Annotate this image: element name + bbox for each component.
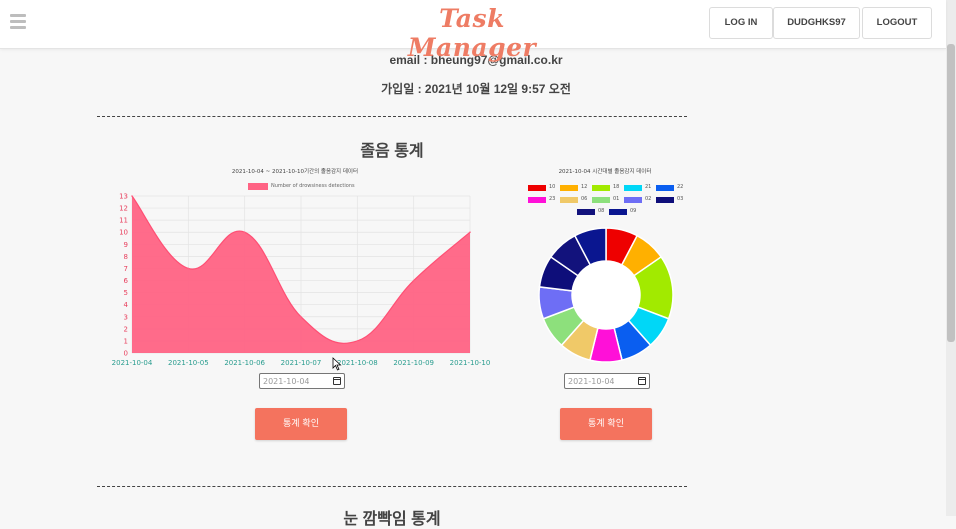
donut-check-button[interactable]: 통계 확인: [560, 408, 652, 440]
logout-button[interactable]: LOGOUT: [862, 7, 932, 39]
legend-swatch[interactable]: [624, 197, 642, 203]
scrollbar-thumb[interactable]: [947, 44, 955, 342]
y-tick-label: 4: [124, 301, 129, 309]
brand-logo[interactable]: Task Manager: [372, 4, 572, 62]
x-tick-label: 2021-10-06: [224, 359, 265, 367]
y-tick-label: 5: [124, 289, 128, 297]
donut-date-input[interactable]: 2021-10-04: [564, 373, 650, 389]
top-navbar: Task Manager LOG IN DUDGHKS97 LOGOUT: [0, 0, 946, 62]
menu-icon[interactable]: [10, 14, 26, 30]
x-tick-label: 2021-10-09: [393, 359, 434, 367]
hourly-donut-chart: [538, 227, 674, 363]
legend-swatch[interactable]: [528, 197, 546, 203]
y-tick-label: 0: [124, 350, 128, 358]
area-date-value: 2021-10-04: [263, 377, 310, 386]
data-point[interactable]: [412, 279, 415, 282]
y-tick-label: 10: [119, 229, 128, 237]
x-tick-label: 2021-10-04: [112, 359, 153, 367]
drowsiness-area-chart: 0123456789101112132021-10-04 2021-10-05 20…: [112, 193, 491, 368]
legend-label: 22: [677, 184, 684, 190]
data-point[interactable]: [131, 195, 133, 197]
donut-date-value: 2021-10-04: [568, 377, 615, 386]
legend-label: 12: [581, 184, 588, 190]
y-tick-label: 2: [124, 325, 128, 333]
calendar-icon[interactable]: [638, 377, 646, 385]
login-button[interactable]: LOG IN: [709, 7, 773, 39]
legend-swatch[interactable]: [656, 197, 674, 203]
legend-label: 23: [549, 196, 556, 202]
y-tick-label: 8: [124, 253, 128, 261]
legend-label: 10: [549, 184, 556, 190]
y-tick-label: 11: [119, 217, 128, 225]
legend-swatch[interactable]: [560, 197, 578, 203]
legend-label: 08: [598, 208, 605, 214]
legend-swatch[interactable]: [592, 185, 610, 191]
y-tick-label: 9: [124, 241, 128, 249]
area-chart-title: 2021-10-04 ~ 2021-10-10기간의 졸음감지 데이터: [231, 169, 359, 175]
y-tick-label: 1: [124, 337, 128, 345]
x-tick-label: 2021-10-08: [337, 359, 378, 367]
x-tick-label: 2021-10-10: [450, 359, 491, 367]
data-point[interactable]: [356, 340, 359, 342]
legend-swatch[interactable]: [577, 209, 595, 215]
calendar-icon[interactable]: [333, 377, 341, 385]
area-check-button[interactable]: 통계 확인: [255, 408, 347, 440]
legend-label: 01: [613, 196, 620, 202]
mouse-cursor-icon: [332, 357, 342, 371]
scrollbar-track[interactable]: [946, 0, 956, 516]
y-tick-label: 12: [119, 205, 128, 213]
section-divider-2: [97, 486, 687, 487]
legend-label: 21: [645, 184, 652, 190]
data-point[interactable]: [187, 267, 190, 270]
legend-label: 03: [677, 196, 684, 202]
user-button[interactable]: DUDGHKS97: [773, 7, 860, 39]
legend-swatch[interactable]: [624, 185, 642, 191]
legend-swatch[interactable]: [560, 185, 578, 191]
donut-chart-title: 2021-10-04 시간대별 졸음감지 데이터: [558, 169, 652, 175]
x-tick-label: 2021-10-07: [281, 359, 322, 367]
y-tick-label: 13: [119, 193, 128, 201]
legend-label: 02: [645, 196, 652, 202]
y-tick-label: 6: [124, 277, 129, 285]
blink-stats-title: 눈 깜빡임 통계: [343, 511, 441, 528]
drowsiness-stats-title: 졸음 통계: [360, 143, 424, 160]
section-divider: [97, 116, 687, 117]
legend-label: 18: [613, 184, 620, 190]
legend-swatch[interactable]: [592, 197, 610, 203]
legend-label: 09: [630, 208, 637, 214]
x-tick-label: 2021-10-05: [168, 359, 209, 367]
legend-label: 06: [581, 196, 588, 202]
data-point[interactable]: [300, 315, 302, 318]
legend-swatch[interactable]: [528, 185, 546, 191]
y-tick-label: 3: [124, 313, 128, 321]
y-tick-label: 7: [124, 265, 128, 273]
donut-hole: [572, 261, 640, 329]
legend-swatch[interactable]: [656, 185, 674, 191]
joined-date-text: 가입일 : 2021년 10월 12일 9:57 오전: [381, 82, 571, 96]
data-point[interactable]: [243, 231, 246, 234]
data-point[interactable]: [469, 231, 471, 234]
area-date-input[interactable]: 2021-10-04: [259, 373, 345, 389]
legend-swatch[interactable]: [609, 209, 627, 215]
